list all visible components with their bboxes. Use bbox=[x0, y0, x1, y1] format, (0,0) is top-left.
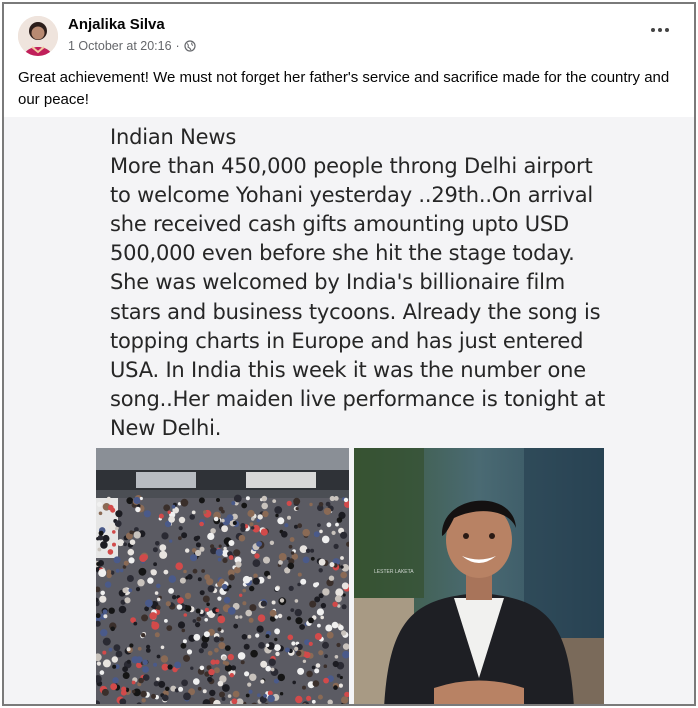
author-name[interactable]: Anjalika Silva bbox=[68, 16, 165, 33]
post-meta: 1 October at 20:16 · bbox=[68, 39, 196, 53]
facebook-post: Anjalika Silva 1 October at 20:16 · Grea… bbox=[2, 2, 696, 706]
post-timestamp[interactable]: 1 October at 20:16 bbox=[68, 39, 172, 53]
crowd-illustration bbox=[96, 448, 349, 704]
svg-text:LESTER LAKETA: LESTER LAKETA bbox=[374, 569, 414, 575]
author-avatar[interactable] bbox=[18, 16, 58, 56]
avatar-image bbox=[18, 16, 58, 56]
portrait-photo[interactable]: LESTER LAKETA bbox=[354, 448, 604, 704]
crowd-photo[interactable] bbox=[96, 448, 349, 704]
meta-separator: · bbox=[175, 39, 180, 53]
news-body: More than 450,000 people throng Delhi ai… bbox=[110, 154, 605, 440]
post-caption: Great achievement! We must not forget he… bbox=[18, 69, 670, 108]
post-media[interactable]: Indian News More than 450,000 people thr… bbox=[4, 117, 694, 704]
post-header: Anjalika Silva 1 October at 20:16 · bbox=[4, 4, 694, 62]
portrait-illustration: LESTER LAKETA bbox=[354, 448, 604, 704]
globe-icon[interactable] bbox=[184, 40, 196, 52]
more-options-icon[interactable] bbox=[648, 18, 672, 42]
news-heading: Indian News bbox=[110, 125, 237, 149]
shared-news-text: Indian News More than 450,000 people thr… bbox=[110, 123, 610, 443]
